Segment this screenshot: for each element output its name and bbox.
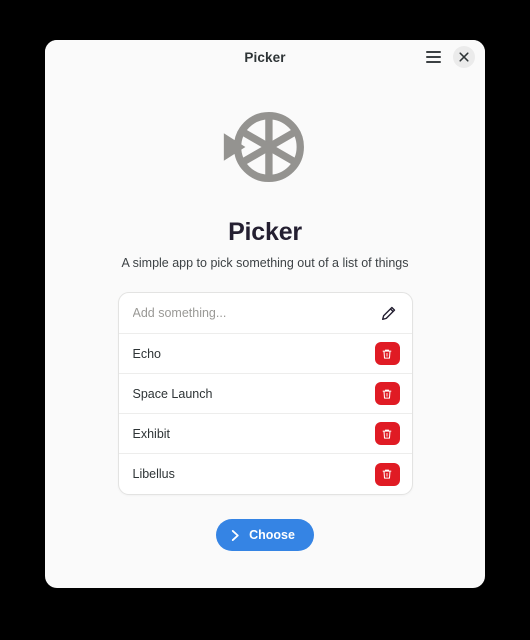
hamburger-menu-icon[interactable] xyxy=(421,45,445,69)
list-item[interactable]: Echo xyxy=(118,334,412,374)
header-actions xyxy=(421,40,475,74)
window-content: Picker A simple app to pick something ou… xyxy=(45,74,485,588)
list-item-label: Exhibit xyxy=(132,426,171,441)
header-bar: Picker xyxy=(45,40,485,74)
list-item[interactable]: Libellus xyxy=(119,454,412,494)
menu-line xyxy=(425,51,441,53)
window-title: Picker xyxy=(244,49,286,65)
add-item-input[interactable] xyxy=(132,306,378,320)
choose-button-label: Choose xyxy=(249,528,295,542)
trash-icon xyxy=(382,429,392,439)
trash-icon xyxy=(382,389,392,399)
list-item[interactable]: Space Launch xyxy=(118,374,412,414)
trash-icon xyxy=(382,349,392,359)
delete-button[interactable] xyxy=(374,342,400,365)
list-item-label: Echo xyxy=(132,346,162,361)
list-item[interactable]: Exhibit xyxy=(118,414,412,454)
app-title: Picker xyxy=(228,218,302,246)
trash-icon xyxy=(382,469,392,479)
delete-button[interactable] xyxy=(374,382,400,405)
items-card: Echo Space Launch Exhi xyxy=(117,292,413,495)
pencil-icon xyxy=(381,306,396,320)
close-icon xyxy=(459,52,469,62)
delete-button[interactable] xyxy=(374,422,400,445)
app-subtitle: A simple app to pick something out of a … xyxy=(121,256,409,270)
list-item-label: Space Launch xyxy=(132,386,213,401)
menu-line xyxy=(425,56,441,58)
app-window: Picker Picker A simple app to pick somet… xyxy=(45,40,485,588)
delete-button[interactable] xyxy=(374,462,400,486)
menu-line xyxy=(425,61,441,63)
choose-button[interactable]: Choose xyxy=(216,519,314,551)
picker-wheel-logo-icon xyxy=(223,111,304,183)
close-button[interactable] xyxy=(453,46,475,68)
list-item-label: Libellus xyxy=(132,467,175,481)
add-item-row xyxy=(118,293,412,334)
chevron-right-icon xyxy=(231,529,239,541)
edit-button[interactable] xyxy=(378,302,400,324)
